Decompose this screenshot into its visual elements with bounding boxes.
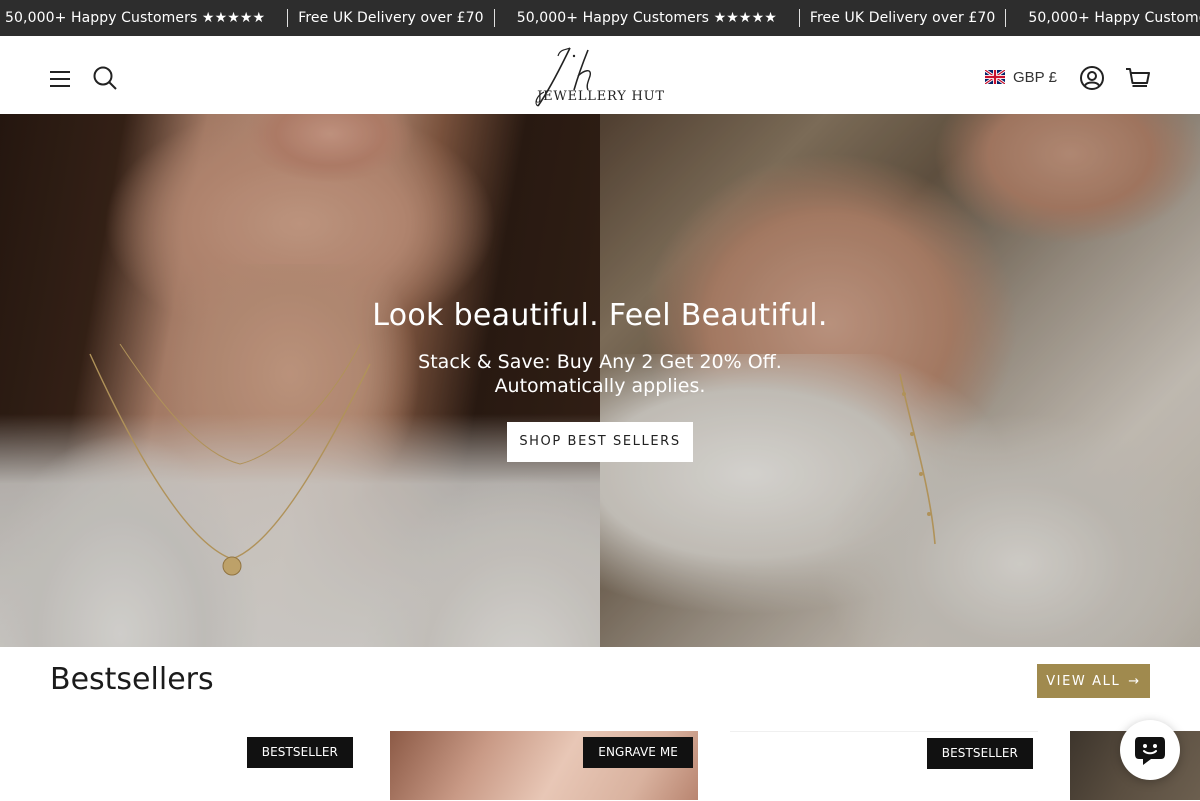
product-badge: ENGRAVE ME [583, 737, 693, 768]
view-all-button[interactable]: VIEW ALL → [1037, 664, 1150, 698]
announcement-divider [1005, 9, 1007, 27]
site-header: JEWELLERY HUT GBP £ [0, 36, 1200, 115]
hero-subtitle-line: Automatically applies. [494, 375, 706, 397]
currency-selector[interactable]: GBP £ [985, 67, 1057, 87]
logo-text: JEWELLERY HUT [537, 89, 665, 104]
product-badge: BESTSELLER [926, 738, 1033, 769]
hero-title: Look beautiful. Feel Beautiful. [372, 298, 828, 333]
announcement-bar: 50,000+ Happy Customers ★★★★★ Free UK De… [0, 0, 1200, 36]
announcement-item: 50,000+ Happy Customers [1028, 10, 1200, 26]
product-badge: BESTSELLER [246, 737, 353, 768]
announcement-divider [493, 9, 495, 27]
announcement-divider [287, 9, 289, 27]
chat-widget-button[interactable] [1120, 720, 1180, 780]
announcement-item: 50,000+ Happy Customers ★★★★★ [5, 10, 266, 26]
announcement-item: Free UK Delivery over £70 [809, 10, 996, 26]
announcement-item: Free UK Delivery over £70 [298, 10, 484, 26]
hero-banner: Look beautiful. Feel Beautiful. Stack & … [0, 114, 1200, 647]
hero-content: Look beautiful. Feel Beautiful. Stack & … [0, 294, 1200, 462]
menu-button[interactable] [46, 65, 74, 93]
hero-subtitle: Stack & Save: Buy Any 2 Get 20% Off. Aut… [0, 350, 1200, 398]
announcement-track: 50,000+ Happy Customers ★★★★★ Free UK De… [5, 0, 1200, 36]
cart-button[interactable] [1124, 64, 1152, 92]
menu-icon [50, 71, 70, 87]
product-card[interactable]: BESTSELLER [730, 731, 1038, 801]
announcement-divider [798, 9, 800, 27]
account-icon [1080, 66, 1104, 90]
shop-best-sellers-button[interactable]: SHOP BEST SELLERS [507, 422, 693, 462]
product-card[interactable]: BESTSELLER [50, 731, 358, 800]
search-icon [93, 66, 117, 90]
hero-subtitle-line: Stack & Save: Buy Any 2 Get 20% Off. [418, 351, 782, 373]
search-button[interactable] [91, 64, 119, 92]
cart-icon [1126, 68, 1150, 87]
view-all-label: VIEW ALL [1046, 673, 1121, 689]
account-button[interactable] [1078, 64, 1106, 92]
site-logo[interactable]: JEWELLERY HUT [530, 46, 670, 110]
uk-flag-icon [985, 70, 1005, 84]
announcement-item: 50,000+ Happy Customers ★★★★★ [516, 10, 777, 26]
product-card[interactable]: ENGRAVE ME [390, 731, 698, 800]
chat-icon [1135, 737, 1165, 765]
arrow-right-icon: → [1128, 673, 1141, 689]
bestsellers-heading: Bestsellers [50, 662, 214, 697]
currency-label: GBP £ [1013, 68, 1057, 86]
